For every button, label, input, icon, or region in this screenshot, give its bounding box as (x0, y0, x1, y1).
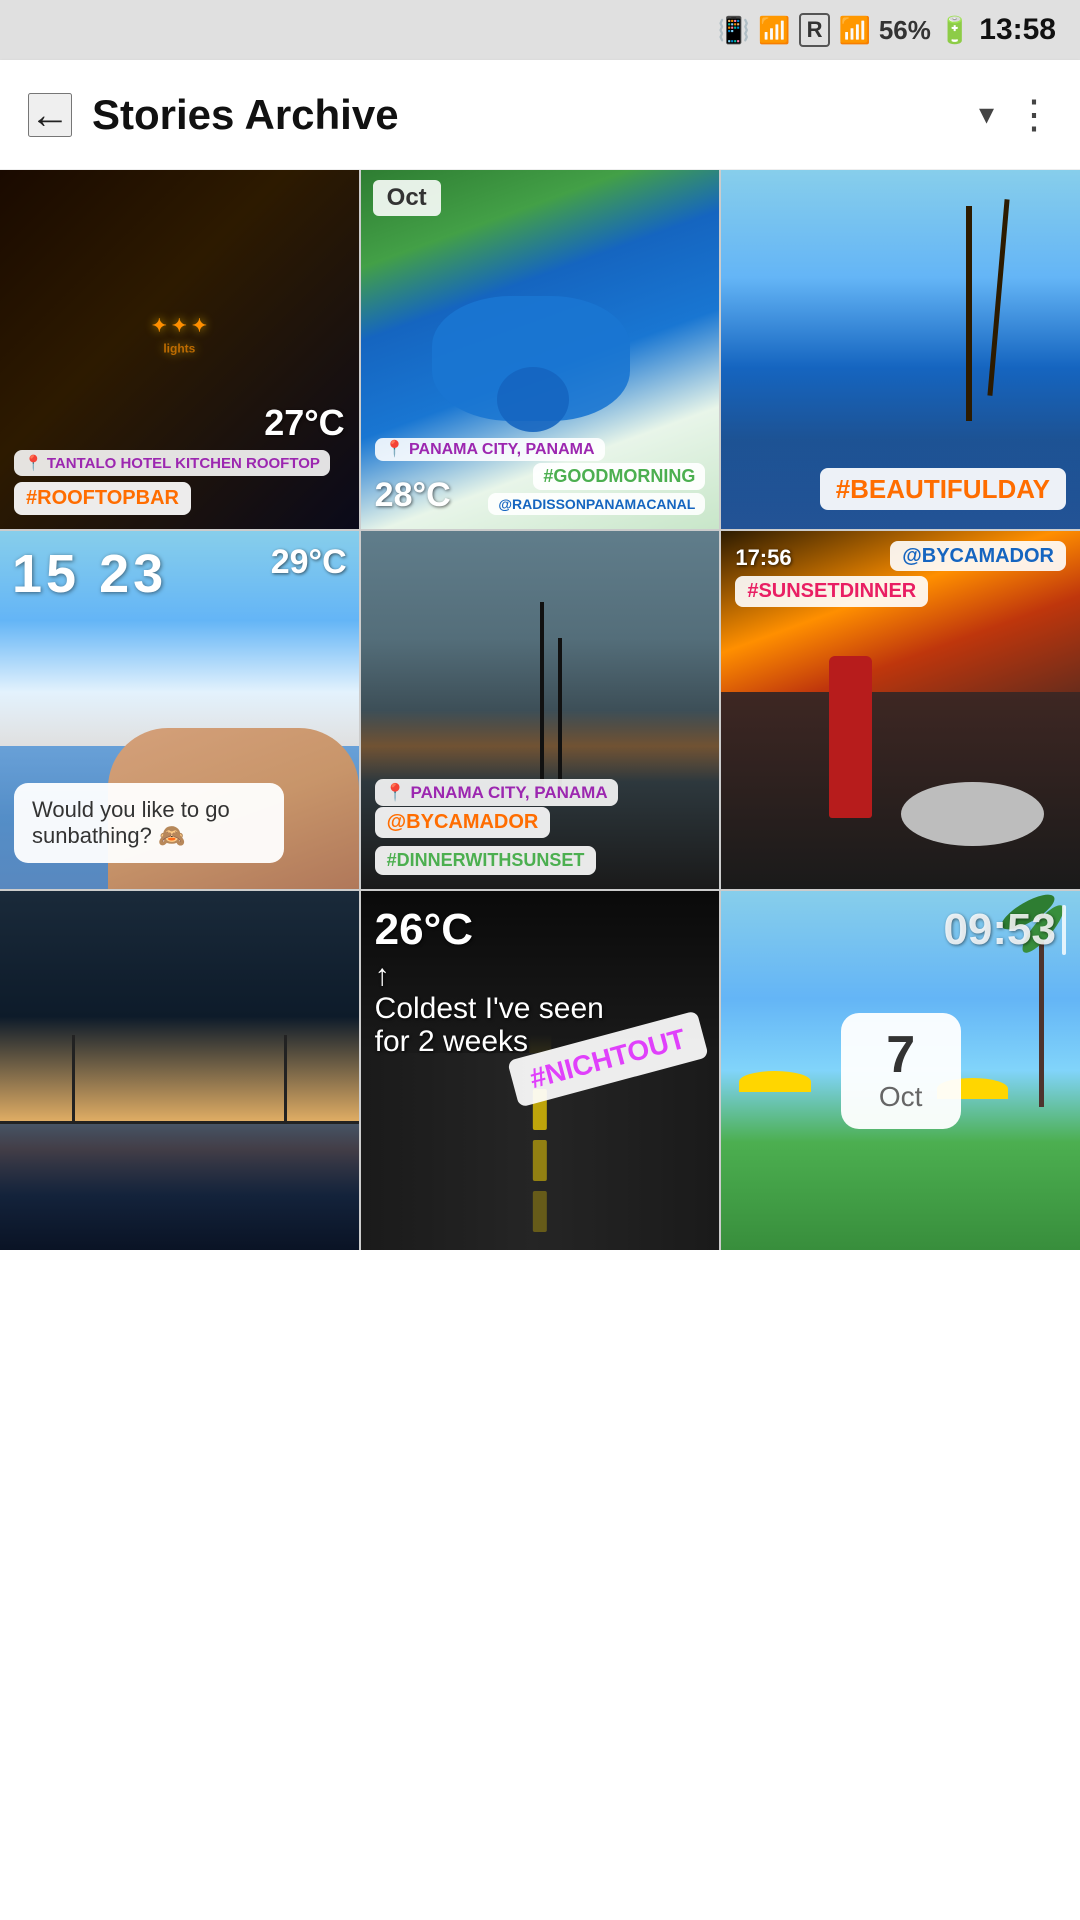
story-2-location: 📍 PANAMA CITY, PANAMA (375, 438, 605, 461)
stories-grid: ✦ ✦ ✦ lights 27°C 📍 TANTALO HOTEL KITCHE… (0, 170, 1080, 1250)
story-9-clock: 09:53 (943, 905, 1056, 955)
app-bar: ← Stories Archive ▾ ⋮ (0, 60, 1080, 170)
story-1-hashtag: #ROOFTOPBAR (14, 482, 191, 515)
story-item-3[interactable]: #BEAUTIFULDAY (721, 170, 1080, 529)
story-6-sunset-tag: #SUNSETDINNER (735, 576, 928, 607)
status-icons: 📳 📶 R 📶 56% 🔋 13:58 (718, 13, 1056, 47)
story-4-question: Would you like to go sunbathing? 🙈 (14, 783, 284, 863)
story-2-hashtag: #GOODMORNING (533, 463, 705, 490)
battery-text: 56% (879, 15, 931, 46)
story-9-month: Oct (871, 1081, 931, 1113)
story-item-6[interactable]: 17:56 #SUNSETDINNER @BYCAMADOR (721, 531, 1080, 890)
story-5-handle: @BYCAMADOR (375, 807, 551, 838)
story-4-temp: 29°C (271, 543, 347, 581)
story-5-location: 📍 PANAMA CITY, PANAMA (375, 779, 618, 806)
story-5-hashtag: #DINNERWITHSUNSET (375, 846, 597, 875)
vibrate-icon: 📳 (718, 15, 750, 46)
battery-icon: 🔋 (939, 15, 971, 46)
status-bar: 📳 📶 R 📶 56% 🔋 13:58 (0, 0, 1080, 60)
story-2-handle: @RADISSONPANAMACANAL (488, 493, 705, 515)
story-9-day: 7 (871, 1029, 931, 1081)
story-1-temp: 27°C (264, 402, 344, 443)
story-item-2[interactable]: Oct 📍 PANAMA CITY, PANAMA 28°C #GOODMORN… (361, 170, 720, 529)
more-options-icon[interactable]: ⋮ (1014, 92, 1052, 138)
story-8-temp: 26°C (375, 905, 604, 955)
status-time: 13:58 (979, 13, 1056, 47)
story-3-hashtag: #BEAUTIFULDAY (820, 468, 1066, 510)
page-title: Stories Archive (92, 91, 979, 139)
story-6-handle: @BYCAMADOR (890, 541, 1066, 571)
story-item-4[interactable]: 15 23 29°C Would you like to go sunbathi… (0, 531, 359, 890)
dropdown-icon[interactable]: ▾ (979, 97, 994, 132)
story-item-7[interactable] (0, 891, 359, 1250)
story-item-9[interactable]: 7 Oct 09:53 (721, 891, 1080, 1250)
story-item-1[interactable]: ✦ ✦ ✦ lights 27°C 📍 TANTALO HOTEL KITCHE… (0, 170, 359, 529)
story-1-location: 📍 TANTALO HOTEL KITCHEN ROOFTOP (14, 450, 330, 476)
roaming-icon: R (799, 13, 831, 47)
signal-icon: 📶 (838, 15, 870, 46)
wifi-icon: 📶 (758, 15, 790, 46)
story-4-time: 15 23 (12, 544, 167, 604)
story-2-temp: 28°C (375, 476, 451, 515)
story-9-date-badge: 7 Oct (841, 1013, 961, 1129)
story-2-month: Oct (373, 180, 441, 216)
story-item-8[interactable]: 26°C ↑Coldest I've seenfor 2 weeks #NICH… (361, 891, 720, 1250)
back-button[interactable]: ← (28, 93, 72, 137)
story-item-5[interactable]: 📍 PANAMA CITY, PANAMA @BYCAMADOR #DINNER… (361, 531, 720, 890)
